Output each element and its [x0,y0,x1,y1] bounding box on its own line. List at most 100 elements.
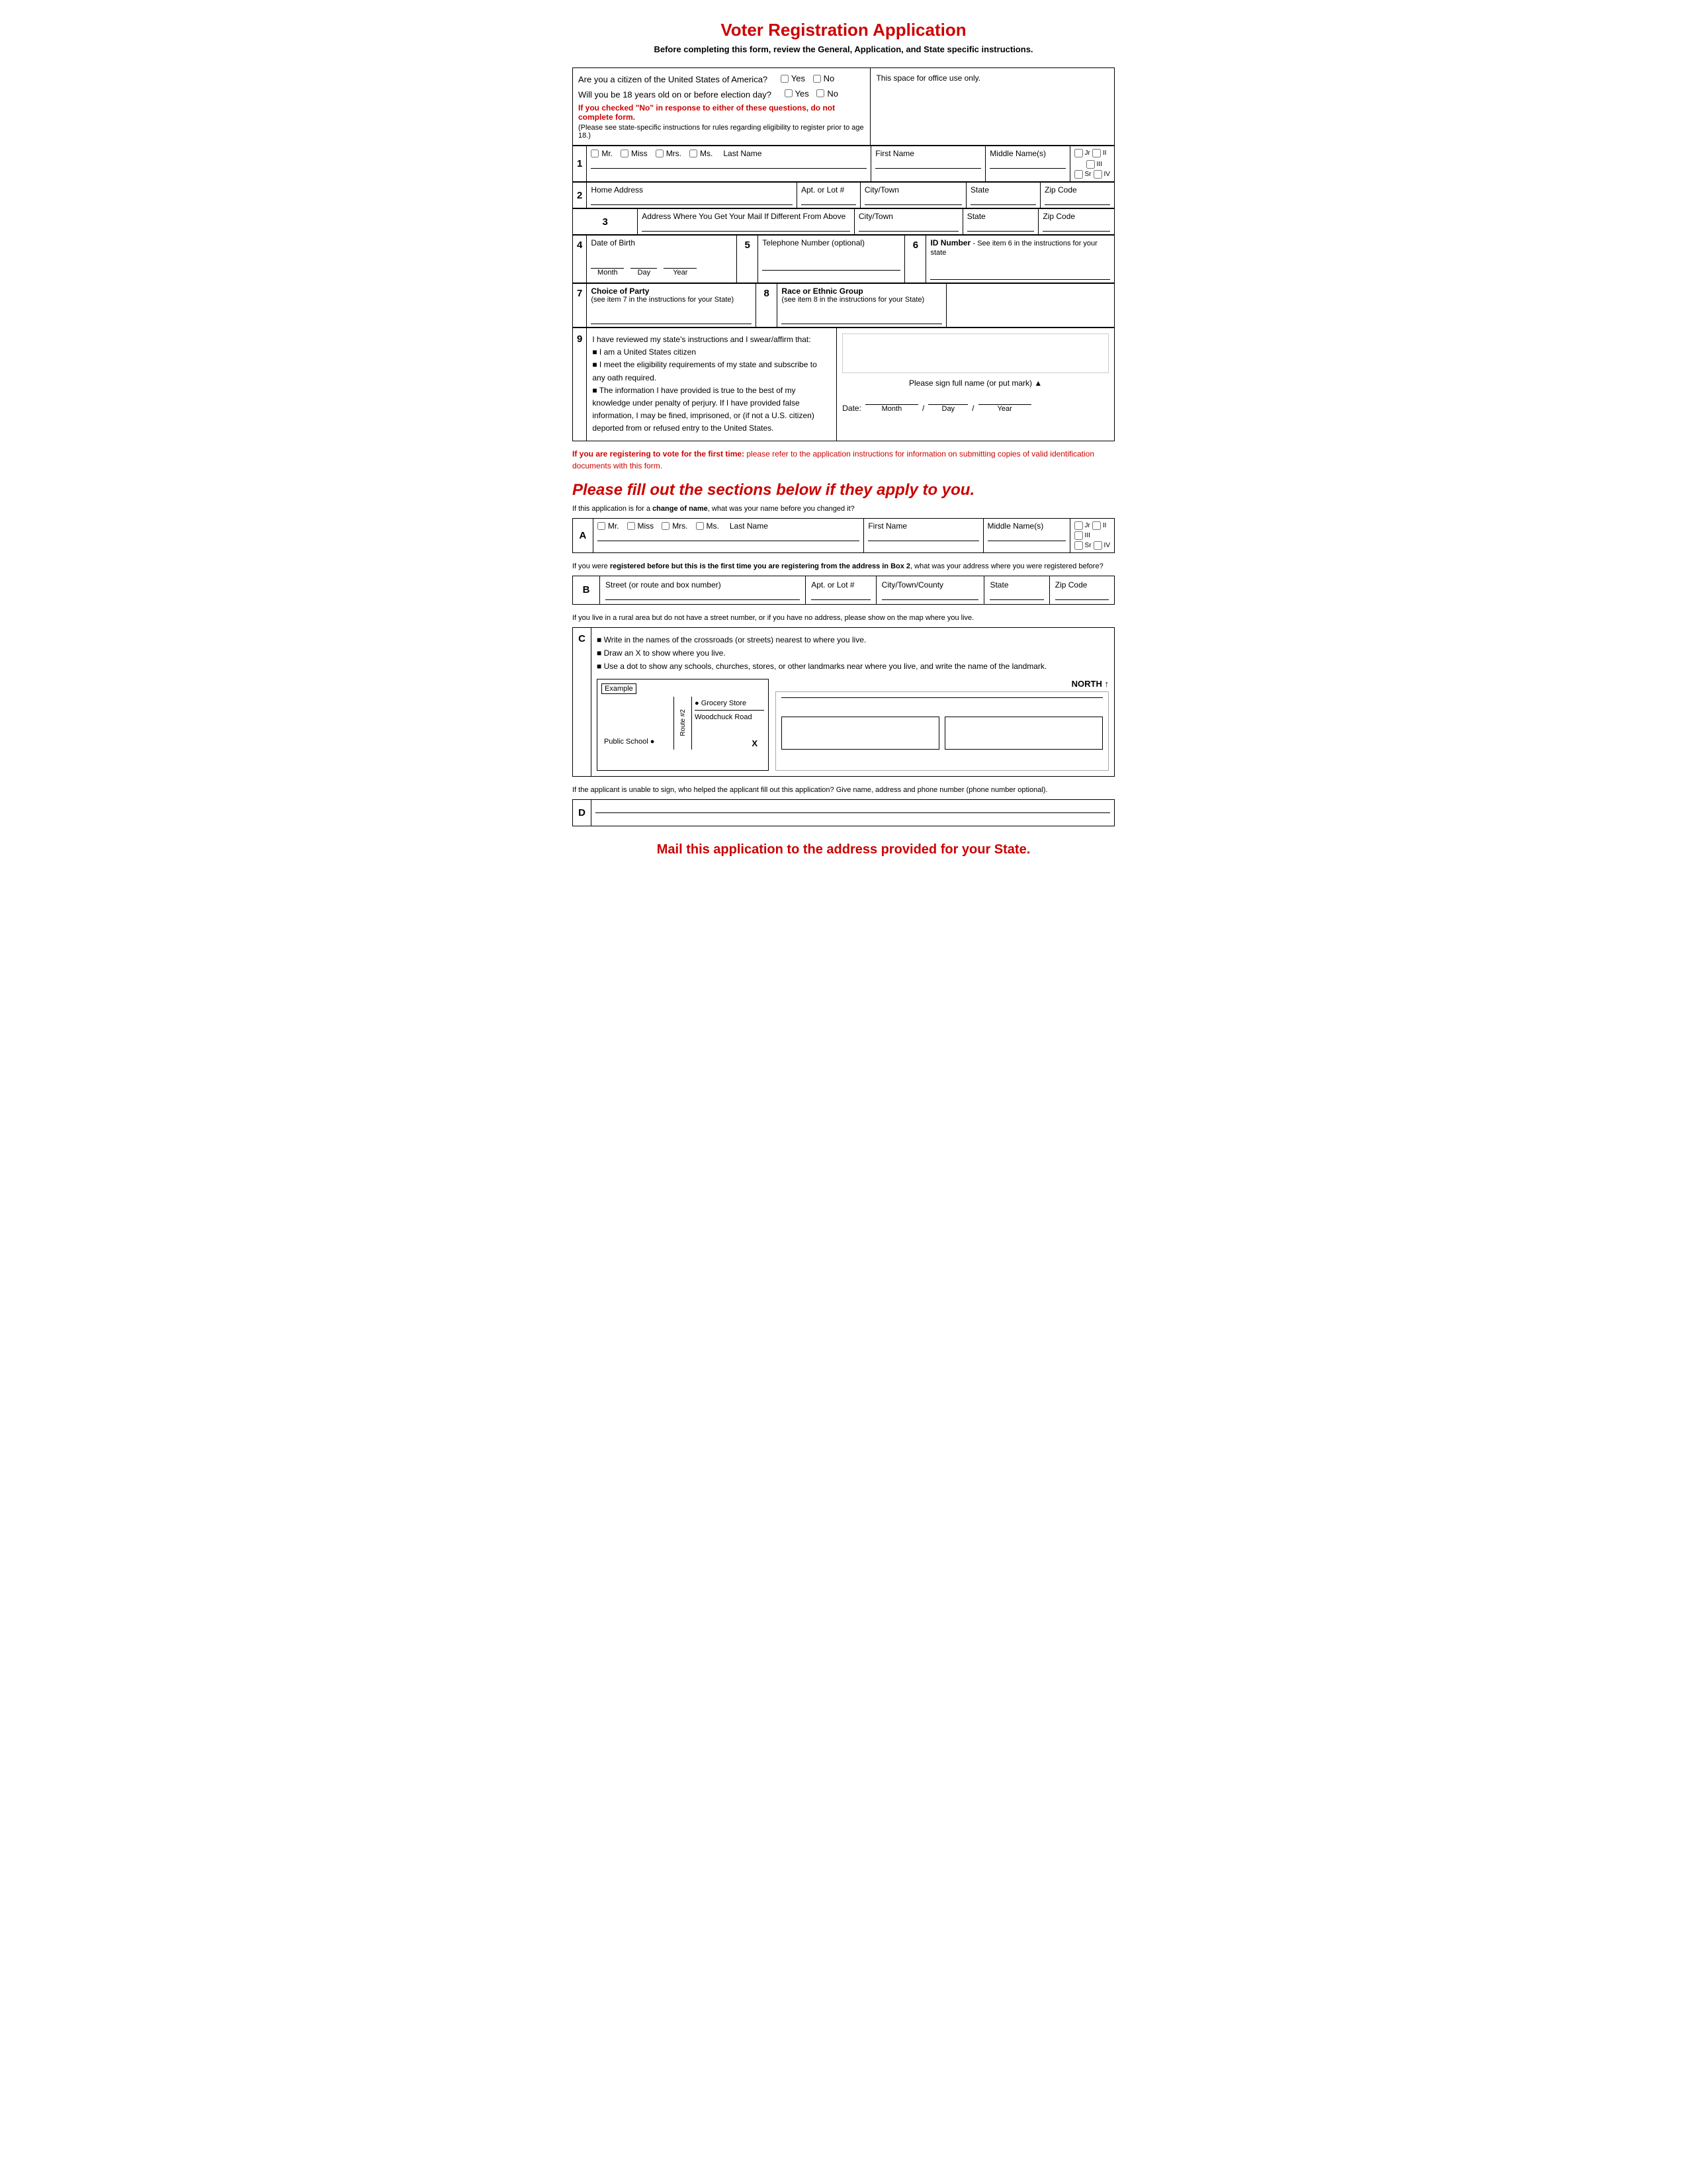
mrs-checkbox-label[interactable]: Mrs. [656,149,681,158]
dob-day-input[interactable] [630,259,657,269]
no-18-checkbox[interactable] [816,89,824,97]
date-label9: Date: [842,404,861,413]
a-mrs-label[interactable]: Mrs. [662,521,687,531]
iii-label: III [1097,161,1102,168]
sr-checkbox[interactable] [1074,170,1083,179]
city-label3: City/Town [859,212,959,221]
a-jr-checkbox[interactable] [1074,521,1083,530]
race-label: Race or Ethnic Group [781,286,942,296]
month-label4: Month [591,269,624,277]
ii-checkbox[interactable] [1092,149,1101,157]
section-b-label: B [573,576,600,604]
section-d-label: D [573,799,591,826]
zip-label2: Zip Code [1045,185,1110,195]
mail-address-input[interactable] [642,222,850,232]
no-18-label[interactable]: No [816,89,838,99]
iv-checkbox[interactable] [1094,170,1102,179]
mr-checkbox[interactable] [591,150,599,157]
a-mr-label[interactable]: Mr. [597,521,619,531]
state-input2[interactable] [971,195,1036,205]
middle-name-label: Middle Name(s) [990,149,1065,158]
mrs-checkbox[interactable] [656,150,664,157]
first-name-label: First Name [875,149,981,158]
ii-label: II [1103,150,1107,157]
zip-input2[interactable] [1045,195,1110,205]
dob-month-input[interactable] [591,259,624,269]
a-ms-label[interactable]: Ms. [696,521,719,531]
citizenship-warning: If you checked "No" in response to eithe… [578,103,865,122]
section-a-table: A Mr. Miss Mrs. Ms. Last Name First Name… [572,518,1115,553]
b-zip-input[interactable] [1055,590,1109,600]
d-helper-input[interactable] [595,803,1110,813]
no-citizen-label[interactable]: No [813,73,835,83]
zip-input3[interactable] [1043,222,1110,232]
id-num-label: ID Number [930,238,971,247]
miss-checkbox[interactable] [621,150,628,157]
jr-checkbox[interactable] [1074,149,1083,157]
row3-num: 3 [573,209,638,235]
city-input2[interactable] [865,195,962,205]
city-label2: City/Town [865,185,962,195]
row3-table: 3 Address Where You Get Your Mail If Dif… [572,208,1115,235]
ms-checkbox[interactable] [689,150,697,157]
row6-num: 6 [905,236,926,283]
apt-input2[interactable] [801,195,856,205]
last-name-input[interactable] [591,159,867,169]
b-street-input[interactable] [605,590,800,600]
dob-year-input[interactable] [664,259,697,269]
party-input[interactable] [591,314,752,324]
section-d-table: D [572,799,1115,826]
mr-checkbox-label[interactable]: Mr. [591,149,613,158]
a-iii-checkbox[interactable] [1074,531,1083,540]
year-label9: Year [978,405,1031,413]
miss-checkbox-label[interactable]: Miss [621,149,648,158]
sign-label: Please sign full name (or put mark) ▲ [842,378,1109,388]
middle-name-input[interactable] [990,159,1065,169]
b-city-label: City/Town/County [882,580,979,590]
day-label4: Day [630,269,657,277]
section-a-note: If this application is for a change of n… [572,505,1115,513]
yes-18-checkbox[interactable] [785,89,793,97]
b-zip-label: Zip Code [1055,580,1109,590]
race-input[interactable] [781,314,942,324]
phone-input[interactable] [762,261,900,271]
a-mr-checkbox[interactable] [597,522,605,530]
a-mrs-checkbox[interactable] [662,522,670,530]
oath-line-1: I have reviewed my state's instructions … [592,333,831,346]
yes-citizen-label[interactable]: Yes [781,73,805,83]
oath-line-3: ■ I meet the eligibility requirements of… [592,359,831,384]
a-sr-checkbox[interactable] [1074,541,1083,550]
oath-line-2: ■ I am a United States citizen [592,346,831,359]
state-label3: State [967,212,1035,221]
yes-18-label[interactable]: Yes [785,89,809,99]
public-school-label: Public School ● [604,738,654,746]
b-state-label: State [990,580,1043,590]
a-ii-checkbox[interactable] [1092,521,1101,530]
no-citizen-checkbox[interactable] [813,75,821,83]
yes-citizen-checkbox[interactable] [781,75,789,83]
a-iv-checkbox[interactable] [1094,541,1102,550]
ms-checkbox-label[interactable]: Ms. [689,149,713,158]
state-input3[interactable] [967,222,1035,232]
home-address-input[interactable] [591,195,793,205]
id-input[interactable] [930,270,1110,280]
a-miss-label[interactable]: Miss [627,521,654,531]
b-city-input[interactable] [882,590,979,600]
b-state-input[interactable] [990,590,1043,600]
first-name-input[interactable] [875,159,981,169]
a-ms-checkbox[interactable] [696,522,704,530]
fill-out-title: Please fill out the sections below if th… [572,481,1115,500]
a-middle-input[interactable] [988,531,1066,541]
party-note: (see item 7 in the instructions for your… [591,296,752,304]
citizenship-q2: Will you be 18 years old on or before el… [578,89,771,99]
a-last-input[interactable] [597,531,860,541]
a-miss-checkbox[interactable] [627,522,635,530]
a-first-input[interactable] [868,531,978,541]
b-apt-input[interactable] [811,590,870,600]
party-label: Choice of Party [591,286,752,296]
month-label9: Month [865,405,918,413]
row9-table: 9 I have reviewed my state's instruction… [572,328,1115,441]
grocery-store-label: ● Grocery Store [695,699,764,707]
city-input3[interactable] [859,222,959,232]
iii-checkbox[interactable] [1086,160,1095,169]
